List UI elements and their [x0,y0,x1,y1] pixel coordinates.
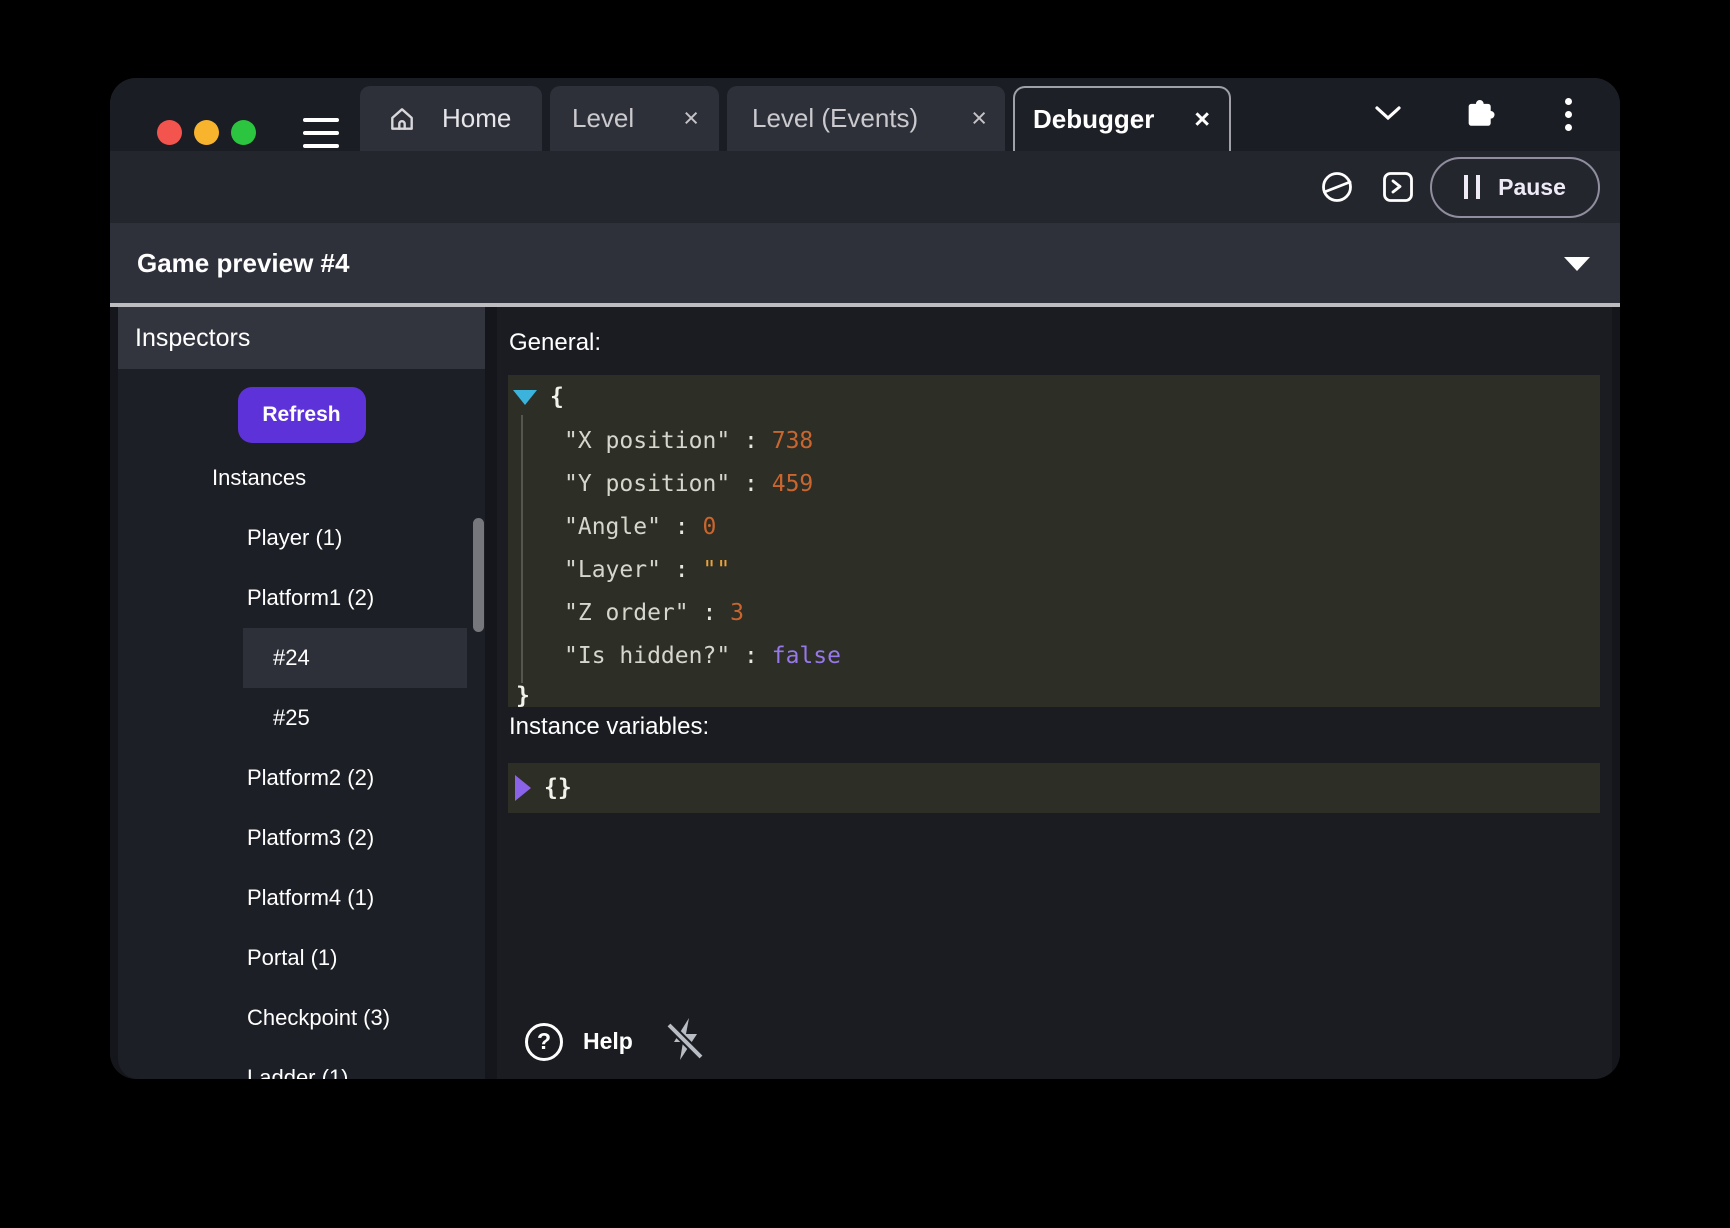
json-row-layer: "Layer" : "" [508,548,1600,591]
window-controls [157,120,256,145]
tree-item-instance-25[interactable]: #25 [118,688,485,748]
json-open-brace: { [550,384,564,410]
expand-triangle-icon[interactable] [515,775,531,801]
puzzle-icon[interactable] [1458,92,1498,136]
help-icon[interactable]: ? [525,1023,563,1061]
collapse-triangle-icon[interactable] [513,390,537,405]
json-row-angle: "Angle" : 0 [508,505,1600,548]
inspectors-sidebar: Inspectors Refresh Instances Player (1) … [118,307,485,1079]
json-row-y-position: "Y position" : 459 [508,462,1600,505]
tab-label: Level (Events) [752,103,918,134]
tab-label: Home [442,103,511,134]
inspectors-header-label: Inspectors [135,324,250,353]
tree-item-instances[interactable]: Instances [118,448,485,508]
json-key: "Angle" [564,514,661,540]
json-value: 0 [702,514,716,540]
json-key: "X position" [564,428,730,454]
tree-item-instance-24[interactable]: #24 [243,628,467,688]
general-json-viewer: { "X position" : 738 "Y position" : 459 … [508,375,1600,707]
sidebar-scrollbar-thumb[interactable] [473,518,484,632]
minimize-window-button[interactable] [194,120,219,145]
refresh-button[interactable]: Refresh [238,387,366,443]
tree-item-player[interactable]: Player (1) [118,508,485,568]
json-value: 3 [730,600,744,626]
tab-level[interactable]: Level × [550,86,719,151]
tab-label: Debugger [1033,104,1154,135]
inspectors-header: Inspectors [118,307,485,369]
game-preview-header[interactable]: Game preview #4 [110,223,1620,303]
tab-debugger[interactable]: Debugger × [1013,86,1231,151]
variables-collapsed-value: {} [544,775,572,801]
help-button-label[interactable]: Help [583,1028,633,1055]
dropdown-arrow-icon[interactable] [1564,257,1590,271]
json-value: 738 [772,428,814,454]
tree-item-ladder[interactable]: Ladder (1) [118,1048,485,1079]
json-row-is-hidden: "Is hidden?" : false [508,634,1600,677]
json-row-z-order: "Z order" : 3 [508,591,1600,634]
chevron-down-icon[interactable] [1368,92,1408,136]
json-close-brace: } [516,683,530,709]
instances-tree: Instances Player (1) Platform1 (2) #24 #… [118,448,485,1079]
tab-home[interactable]: Home [360,86,542,151]
titlebar-actions [1368,92,1588,136]
tree-item-platform2[interactable]: Platform2 (2) [118,748,485,808]
tab-level-events[interactable]: Level (Events) × [727,86,1005,151]
instance-variables-heading: Instance variables: [509,713,1612,741]
pause-icon [1464,175,1480,199]
console-icon[interactable] [1382,171,1414,203]
close-icon[interactable]: × [971,105,987,132]
json-key: "Layer" [564,557,661,583]
debugger-content: Inspectors Refresh Instances Player (1) … [110,307,1620,1079]
title-bar: Home Level × Level (Events) × Debugger × [110,78,1620,151]
json-row-x-position: "X position" : 738 [508,419,1600,462]
json-key: "Is hidden?" [564,643,730,669]
json-key: "Y position" [564,471,730,497]
tree-item-checkpoint[interactable]: Checkpoint (3) [118,988,485,1048]
instance-variables-json-viewer: {} [508,763,1600,813]
tree-item-portal[interactable]: Portal (1) [118,928,485,988]
close-window-button[interactable] [157,120,182,145]
hamburger-menu-icon[interactable] [303,118,339,148]
debugger-toolbar: Pause [110,151,1620,223]
json-indent-guide [521,415,523,683]
profiler-gauge-icon[interactable] [1320,170,1354,204]
json-value: 459 [772,471,814,497]
pause-button-label: Pause [1498,174,1566,201]
tree-item-platform4[interactable]: Platform4 (1) [118,868,485,928]
close-icon[interactable]: × [683,105,699,132]
json-key: "Z order" [564,600,689,626]
tab-label: Level [572,103,634,134]
kebab-menu-icon[interactable] [1548,92,1588,136]
flash-off-icon[interactable] [665,1016,707,1067]
game-preview-title: Game preview #4 [137,248,349,279]
json-value: "" [702,557,730,583]
tree-item-platform1[interactable]: Platform1 (2) [118,568,485,628]
close-icon[interactable]: × [1194,106,1210,133]
home-icon [388,105,416,133]
pause-button[interactable]: Pause [1430,157,1600,218]
zoom-window-button[interactable] [231,120,256,145]
help-row: ? Help [525,1016,707,1067]
app-window: Home Level × Level (Events) × Debugger × [110,78,1620,1079]
json-value: false [772,643,841,669]
tree-item-platform3[interactable]: Platform3 (2) [118,808,485,868]
inspector-detail-panel: General: { "X position" : 738 "Y positio… [497,307,1612,1079]
tab-bar: Home Level × Level (Events) × Debugger × [360,86,1231,151]
general-heading: General: [509,329,1612,357]
